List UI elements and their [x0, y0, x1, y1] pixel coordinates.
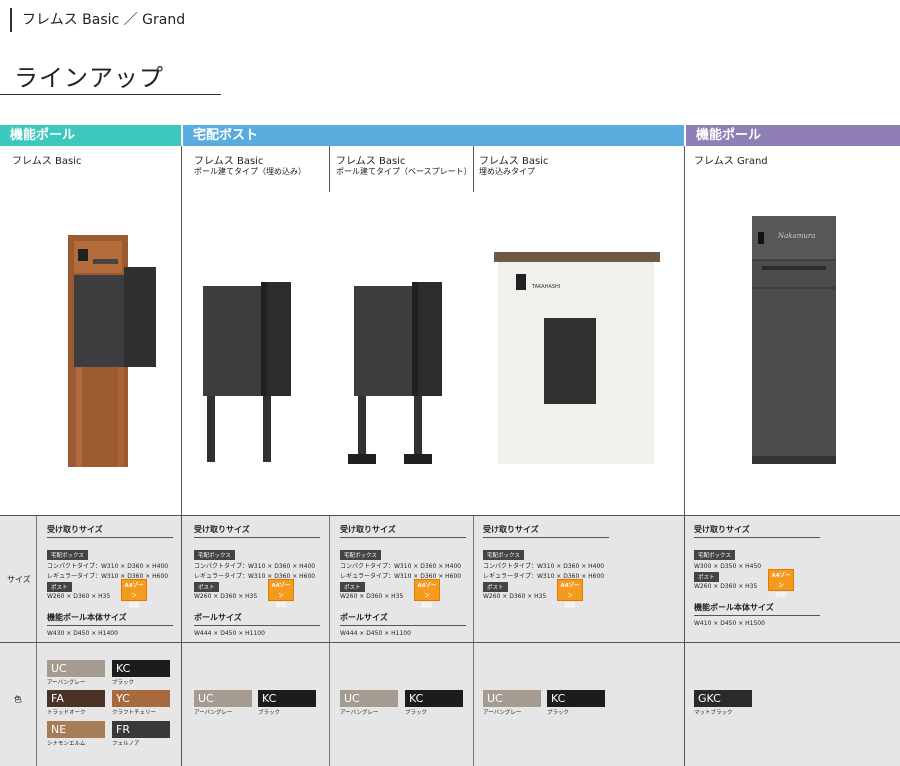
color-swatch-kc[interactable]: KC	[547, 690, 605, 707]
product-image-post-embedded	[203, 282, 291, 462]
product-sub-wall-embedded: 埋め込みタイプ	[479, 167, 535, 176]
color-swatch-fa[interactable]: FA	[47, 690, 105, 707]
color-swatch-fr[interactable]: FR	[112, 721, 170, 738]
column-divider	[473, 146, 474, 192]
product-sub-post-baseplate: ポール建てタイプ（ベースプレート）	[336, 167, 472, 176]
color-swatch-yc[interactable]: YC	[112, 690, 170, 707]
row-label-color: 色	[14, 695, 22, 704]
spec-post-embedded: 受け取りサイズ 宅配ボックス コンパクトタイプ：W310 × D360 × H4…	[194, 524, 322, 639]
a4-badge: A4ゾーン 対応	[414, 579, 440, 609]
category-delivery-post: 宅配ボスト	[183, 125, 684, 146]
product-image-pole-basic	[68, 235, 156, 467]
product-name-pole-basic: フレムス Basic	[12, 156, 82, 167]
column-divider	[329, 146, 330, 192]
title-underline	[0, 94, 221, 95]
column-divider	[684, 146, 685, 766]
breadcrumb[interactable]: フレムス Basic ／ Grand	[10, 8, 185, 32]
color-swatch-uc[interactable]: UC	[483, 690, 541, 707]
page-title: ラインアップ	[14, 64, 164, 92]
a4-badge: A4ゾーン 対応	[121, 579, 147, 609]
product-image-wall-embedded: TAKAHASHI	[494, 252, 660, 464]
row-divider	[0, 515, 900, 516]
spec-wall-embedded: 受け取りサイズ 宅配ボックス コンパクトタイプ：W310 × D360 × H4…	[483, 524, 611, 609]
a4-badge: A4ゾーン 対応	[268, 579, 294, 609]
nameplate-brand-text: TAKAHASHI	[531, 284, 560, 290]
product-image-post-baseplate	[348, 282, 442, 464]
grand-signature-text: Nakamura	[777, 232, 815, 240]
color-swatch-uc[interactable]: UC	[194, 690, 252, 707]
category-function-pole-basic: 機能ポール	[0, 125, 181, 146]
column-divider	[36, 515, 37, 766]
column-divider	[473, 515, 474, 766]
a4-badge: A4ゾーン 対応	[768, 569, 794, 599]
row-divider	[0, 642, 900, 643]
color-swatch-kc[interactable]: KC	[405, 690, 463, 707]
spec-post-baseplate: 受け取りサイズ 宅配ボックス コンパクトタイプ：W310 × D360 × H4…	[340, 524, 468, 639]
color-swatch-ne[interactable]: NE	[47, 721, 105, 738]
product-name-post-baseplate: フレムス Basic	[336, 156, 406, 167]
spec-pole-basic: 受け取りサイズ 宅配ボックス コンパクトタイプ：W310 × D360 × H4…	[47, 524, 175, 639]
color-swatch-uc[interactable]: UC	[47, 660, 105, 677]
a4-badge: A4ゾーン 対応	[557, 579, 583, 609]
category-function-pole-grand: 機能ポール	[686, 125, 900, 146]
color-swatch-gkc[interactable]: GKC	[694, 690, 752, 707]
product-name-wall-embedded: フレムス Basic	[479, 156, 549, 167]
color-swatch-kc[interactable]: KC	[258, 690, 316, 707]
product-image-pole-grand: Nakamura	[752, 216, 836, 464]
product-name-pole-grand: フレムス Grand	[694, 156, 768, 167]
column-divider	[181, 146, 182, 766]
color-swatch-kc[interactable]: KC	[112, 660, 170, 677]
row-label-size: サイズ	[7, 575, 31, 584]
product-name-post-embedded: フレムス Basic	[194, 156, 264, 167]
column-divider	[329, 515, 330, 766]
spec-pole-grand: 受け取りサイズ 宅配ボックス W300 × D350 × H450 ポスト W2…	[694, 524, 822, 629]
color-swatch-uc[interactable]: UC	[340, 690, 398, 707]
product-sub-post-embedded: ポール建てタイプ（埋め込み）	[194, 167, 306, 176]
